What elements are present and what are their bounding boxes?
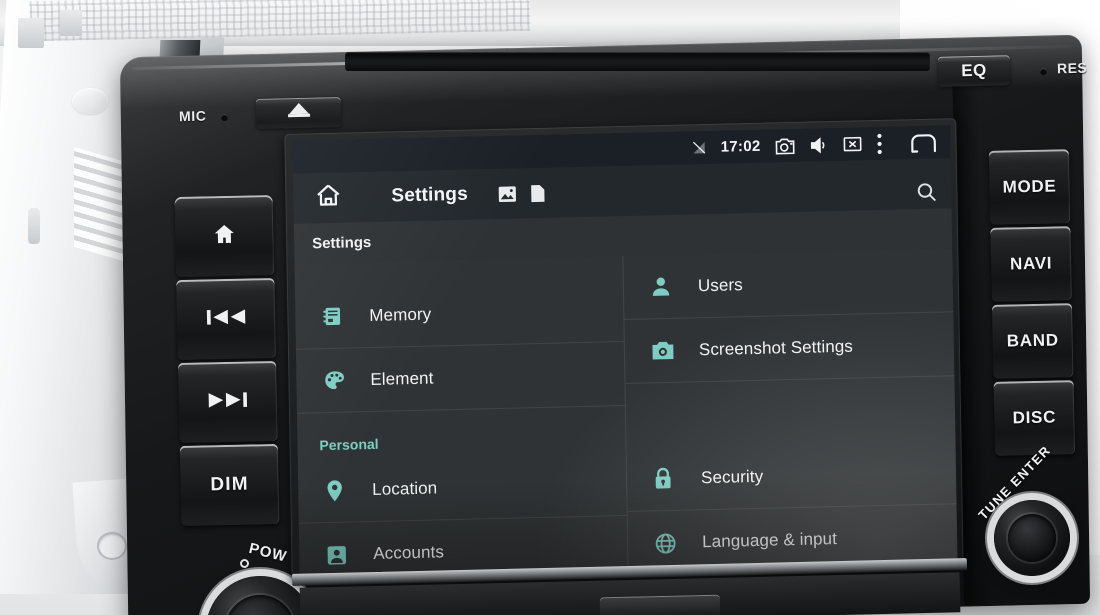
hw-button-next[interactable] [178,360,278,444]
hw-button-dim[interactable]: DIM [179,443,280,526]
product-photo-scene: MIC EQ RES DIM MODE NAVI BAND DISC TUNE … [0,0,1100,615]
status-bar-icons: 17:02 [692,131,939,159]
chassis-tab [60,10,82,36]
volume-icon [809,136,828,154]
overflow-menu-icon[interactable] [876,132,882,154]
power-symbol-icon [240,559,249,568]
hw-button-label: BAND [1006,330,1059,351]
hw-button-band[interactable]: BAND [991,303,1074,379]
signal-off-icon [692,140,707,155]
section-header-label: Settings [311,233,372,252]
right-button-stack: MODE NAVI BAND DISC [988,149,1076,461]
previous-track-icon [206,305,247,333]
tune-enter-knob[interactable] [994,500,1070,576]
list-item-label: Location [372,477,438,499]
camera-icon [651,340,685,362]
cd-slot [345,52,930,71]
eject-icon [286,102,310,124]
user-icon [650,275,684,299]
home-icon[interactable] [313,182,344,215]
hw-button-home[interactable] [174,195,275,278]
knob-face [1008,514,1056,562]
list-item-label: Element [370,368,434,389]
list-item-label: Language & input [701,529,838,552]
search-icon[interactable] [915,181,937,204]
home-icon [211,221,238,251]
camera-icon [774,136,795,154]
settings-list: Memory Element Personal Location Account… [294,248,958,583]
list-item-label: Memory [369,304,432,325]
gallery-icon[interactable] [498,185,516,202]
settings-column-left: Memory Element Personal Location Account… [294,256,630,583]
hw-button-label: NAVI [1009,253,1053,274]
globe-icon [654,531,688,555]
lock-icon [653,467,687,491]
list-item-security[interactable]: Security [626,440,957,512]
list-item-location[interactable]: Location [297,452,627,524]
location-pin-icon [324,478,358,503]
list-item-label: Security [700,466,764,487]
chassis-boss [72,88,108,114]
chassis-tab [18,18,44,48]
hw-button-previous[interactable] [176,277,276,361]
mic-hole [221,114,228,121]
list-item-screenshot-settings[interactable]: Screenshot Settings [624,312,955,384]
hw-button-disc[interactable]: DISC [993,380,1076,456]
memory-chip-icon [321,304,355,328]
reset-label: RES [1056,59,1088,77]
reset-hole[interactable] [1040,68,1047,75]
palette-icon [322,368,356,392]
mic-label: MIC [178,107,207,125]
list-item-element[interactable]: Element [295,342,625,414]
touchscreen-display[interactable]: 17:02 Settings Settings Memory Element P… [292,125,958,583]
list-item-users[interactable]: Users [623,248,954,321]
screen-off-icon [842,135,862,153]
hw-button-mode[interactable]: MODE [988,149,1071,225]
body-bottom-tab [599,594,721,615]
hw-button-navi[interactable]: NAVI [990,226,1072,302]
category-label: Personal [319,435,379,454]
hw-button-label: MODE [1002,176,1057,197]
settings-column-right: Users Screenshot Settings Security Langu… [623,248,957,582]
chassis-slot [28,208,40,244]
left-button-stack: DIM [174,195,280,527]
list-item-label: Screenshot Settings [698,336,854,359]
hw-button-label: DIM [210,473,250,496]
back-arrow-icon[interactable] [908,131,938,154]
list-item-label: Users [697,274,743,295]
list-item-label: Accounts [373,542,445,563]
category-personal: Personal [297,406,626,460]
list-item-memory[interactable]: Memory [294,278,624,350]
next-track-icon [208,388,249,416]
account-icon [325,543,359,567]
status-bar-clock: 17:02 [720,137,761,156]
knob-face [225,595,295,615]
eject-button[interactable] [255,97,342,129]
chassis-mount-hole [97,532,127,560]
hw-button-label: DISC [1012,407,1057,428]
sd-card-icon[interactable] [530,183,545,202]
eq-button[interactable]: EQ [937,55,1011,87]
page-title: Settings [391,183,469,207]
